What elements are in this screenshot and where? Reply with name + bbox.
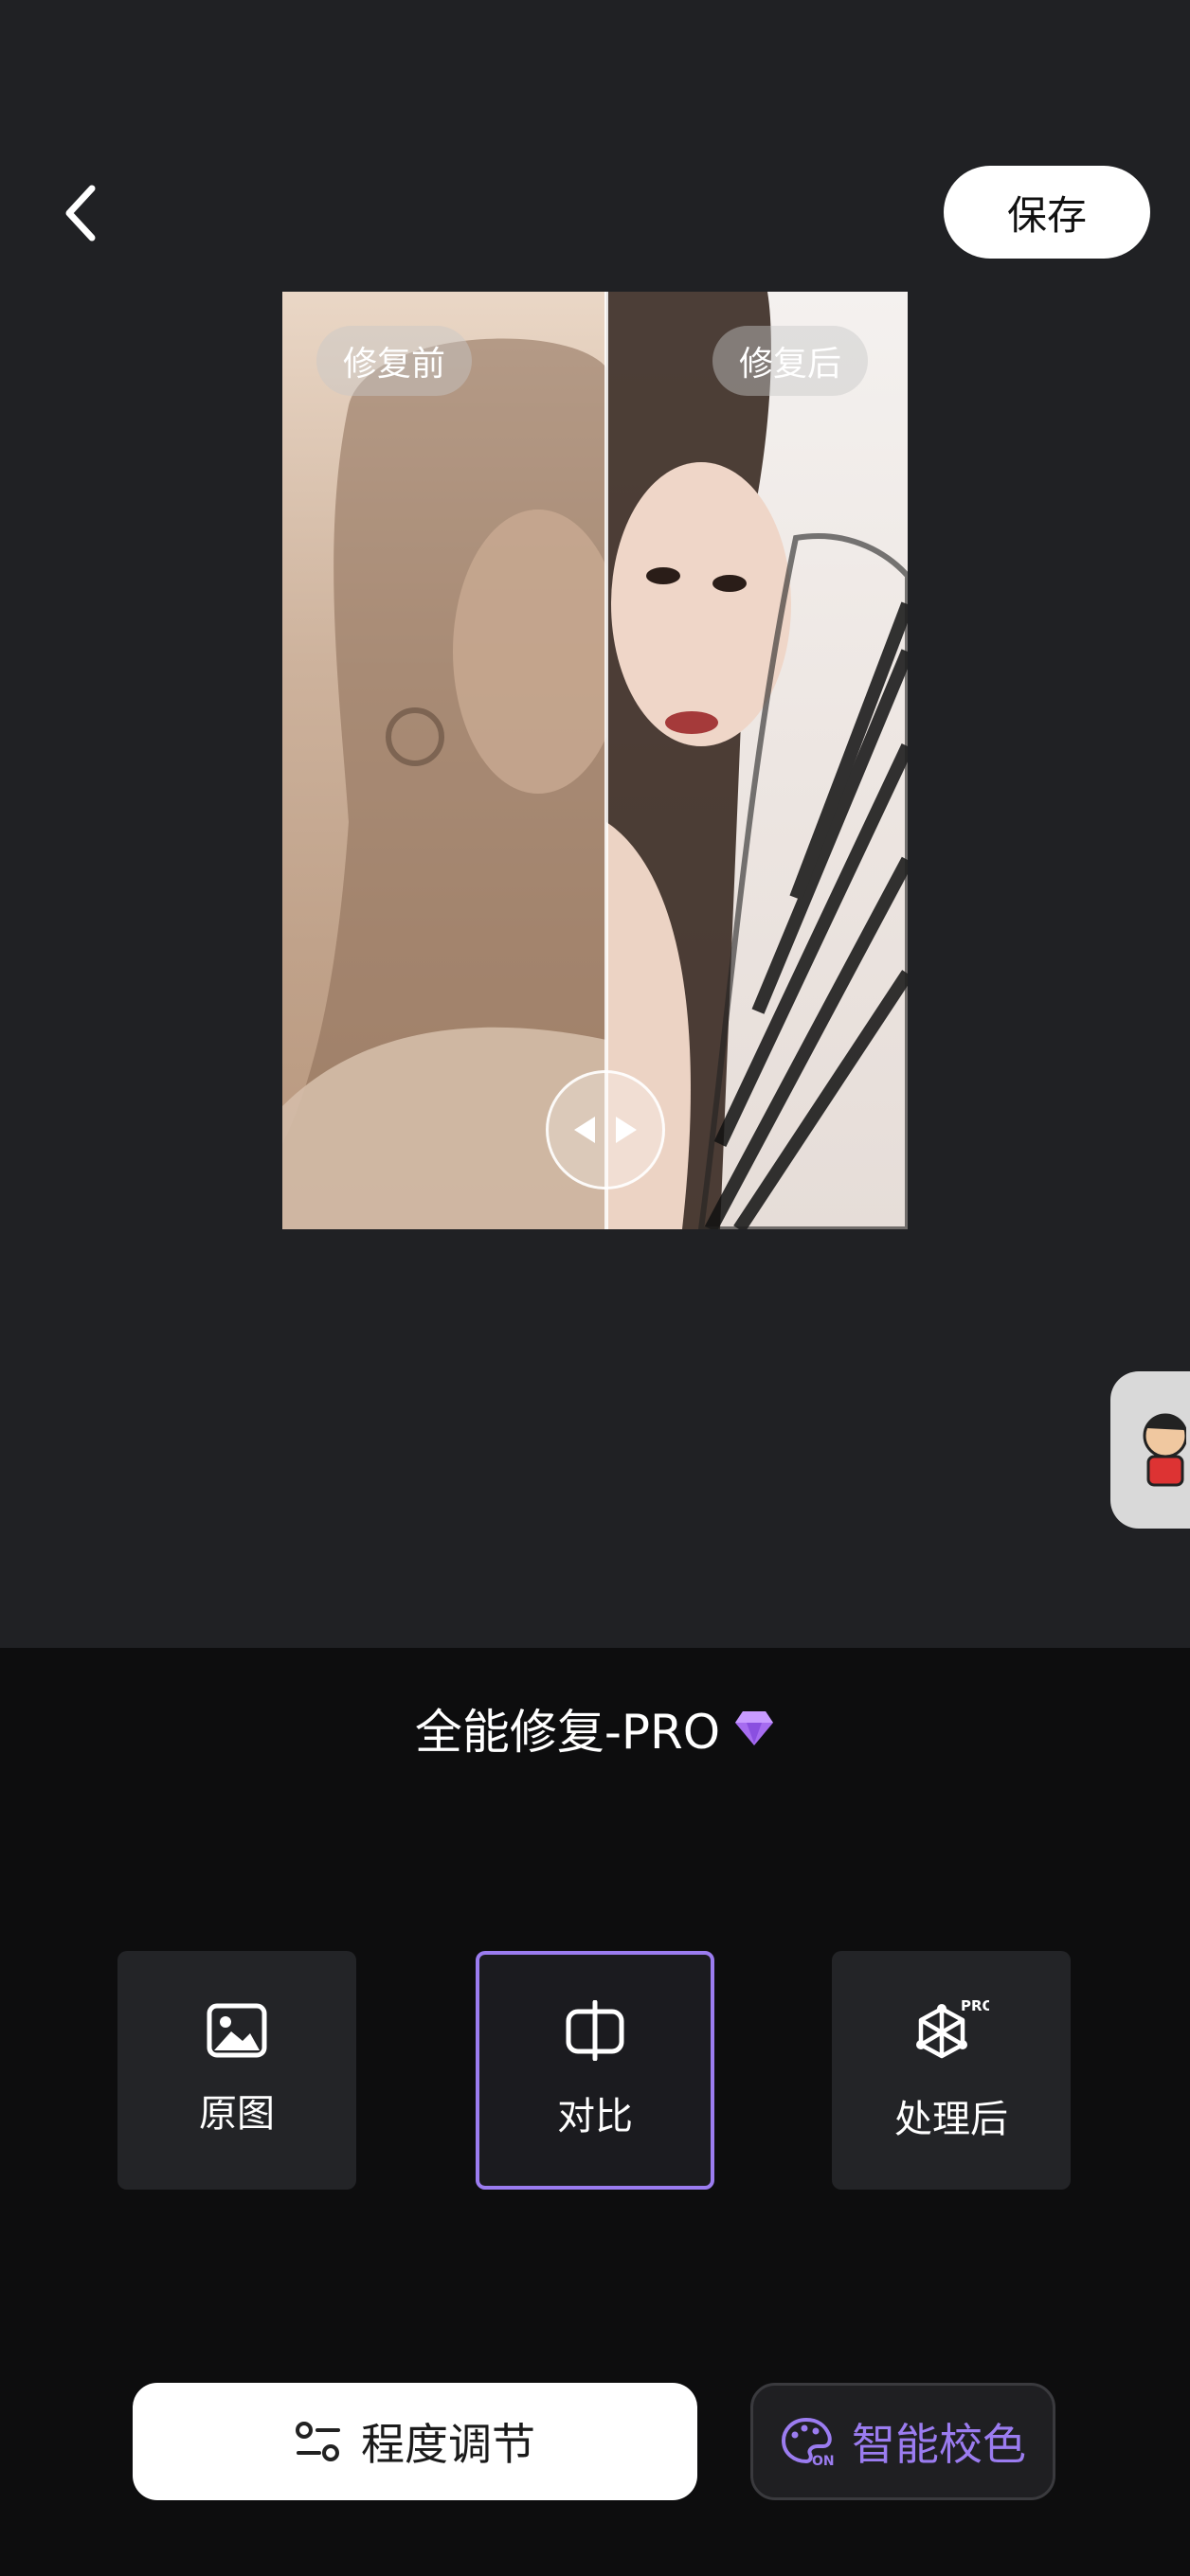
after-image [606, 292, 908, 1229]
pro-badge: PRO [961, 1997, 989, 2014]
after-label: 修复后 [712, 326, 869, 396]
save-button[interactable]: 保存 [944, 166, 1150, 259]
arrow-left-icon [574, 1117, 595, 1143]
palette-on-icon: ON [781, 2417, 835, 2467]
back-button[interactable] [47, 170, 114, 256]
compare-icon [566, 2000, 624, 2061]
view-option-processed[interactable]: PRO 处理后 [832, 1951, 1071, 2190]
sliders-icon [296, 2422, 340, 2461]
before-image [282, 292, 623, 1229]
cartoon-avatar-icon [1143, 1413, 1186, 1487]
view-option-compare[interactable]: 对比 [476, 1951, 714, 2190]
view-option-original[interactable]: 原图 [117, 1951, 356, 2190]
image-icon [207, 2003, 267, 2058]
view-options: 原图 对比 PRO 处理后 [0, 1951, 1190, 2191]
chevron-left-icon [65, 185, 96, 242]
mode-title: 全能修复-PRO [0, 1695, 1190, 1762]
diamond-icon [735, 1711, 774, 1745]
color-on-badge: ON [812, 2454, 835, 2467]
comparison-preview[interactable]: 修复前 修复后 [282, 292, 908, 1229]
pro-processed-icon: PRO [916, 1997, 989, 2059]
adjust-strength-button[interactable]: 程度调节 [133, 2383, 697, 2500]
compare-slider-handle[interactable] [546, 1070, 665, 1190]
before-portrait [282, 338, 623, 1229]
mode-title-text: 全能修复-PRO [414, 1705, 721, 1760]
view-option-label: 处理后 [894, 2098, 1008, 2141]
adjust-strength-label: 程度调节 [361, 2419, 535, 2470]
view-option-label: 原图 [199, 2092, 275, 2136]
floating-assistant-tab[interactable] [1110, 1371, 1190, 1529]
before-label: 修复前 [316, 326, 473, 396]
arrow-right-icon [616, 1117, 637, 1143]
smart-color-label: 智能校色 [852, 2419, 1026, 2470]
after-portrait [606, 292, 908, 1229]
view-option-label: 对比 [557, 2095, 633, 2138]
save-button-label: 保存 [1006, 191, 1087, 239]
smart-color-button[interactable]: ON 智能校色 [750, 2383, 1055, 2500]
